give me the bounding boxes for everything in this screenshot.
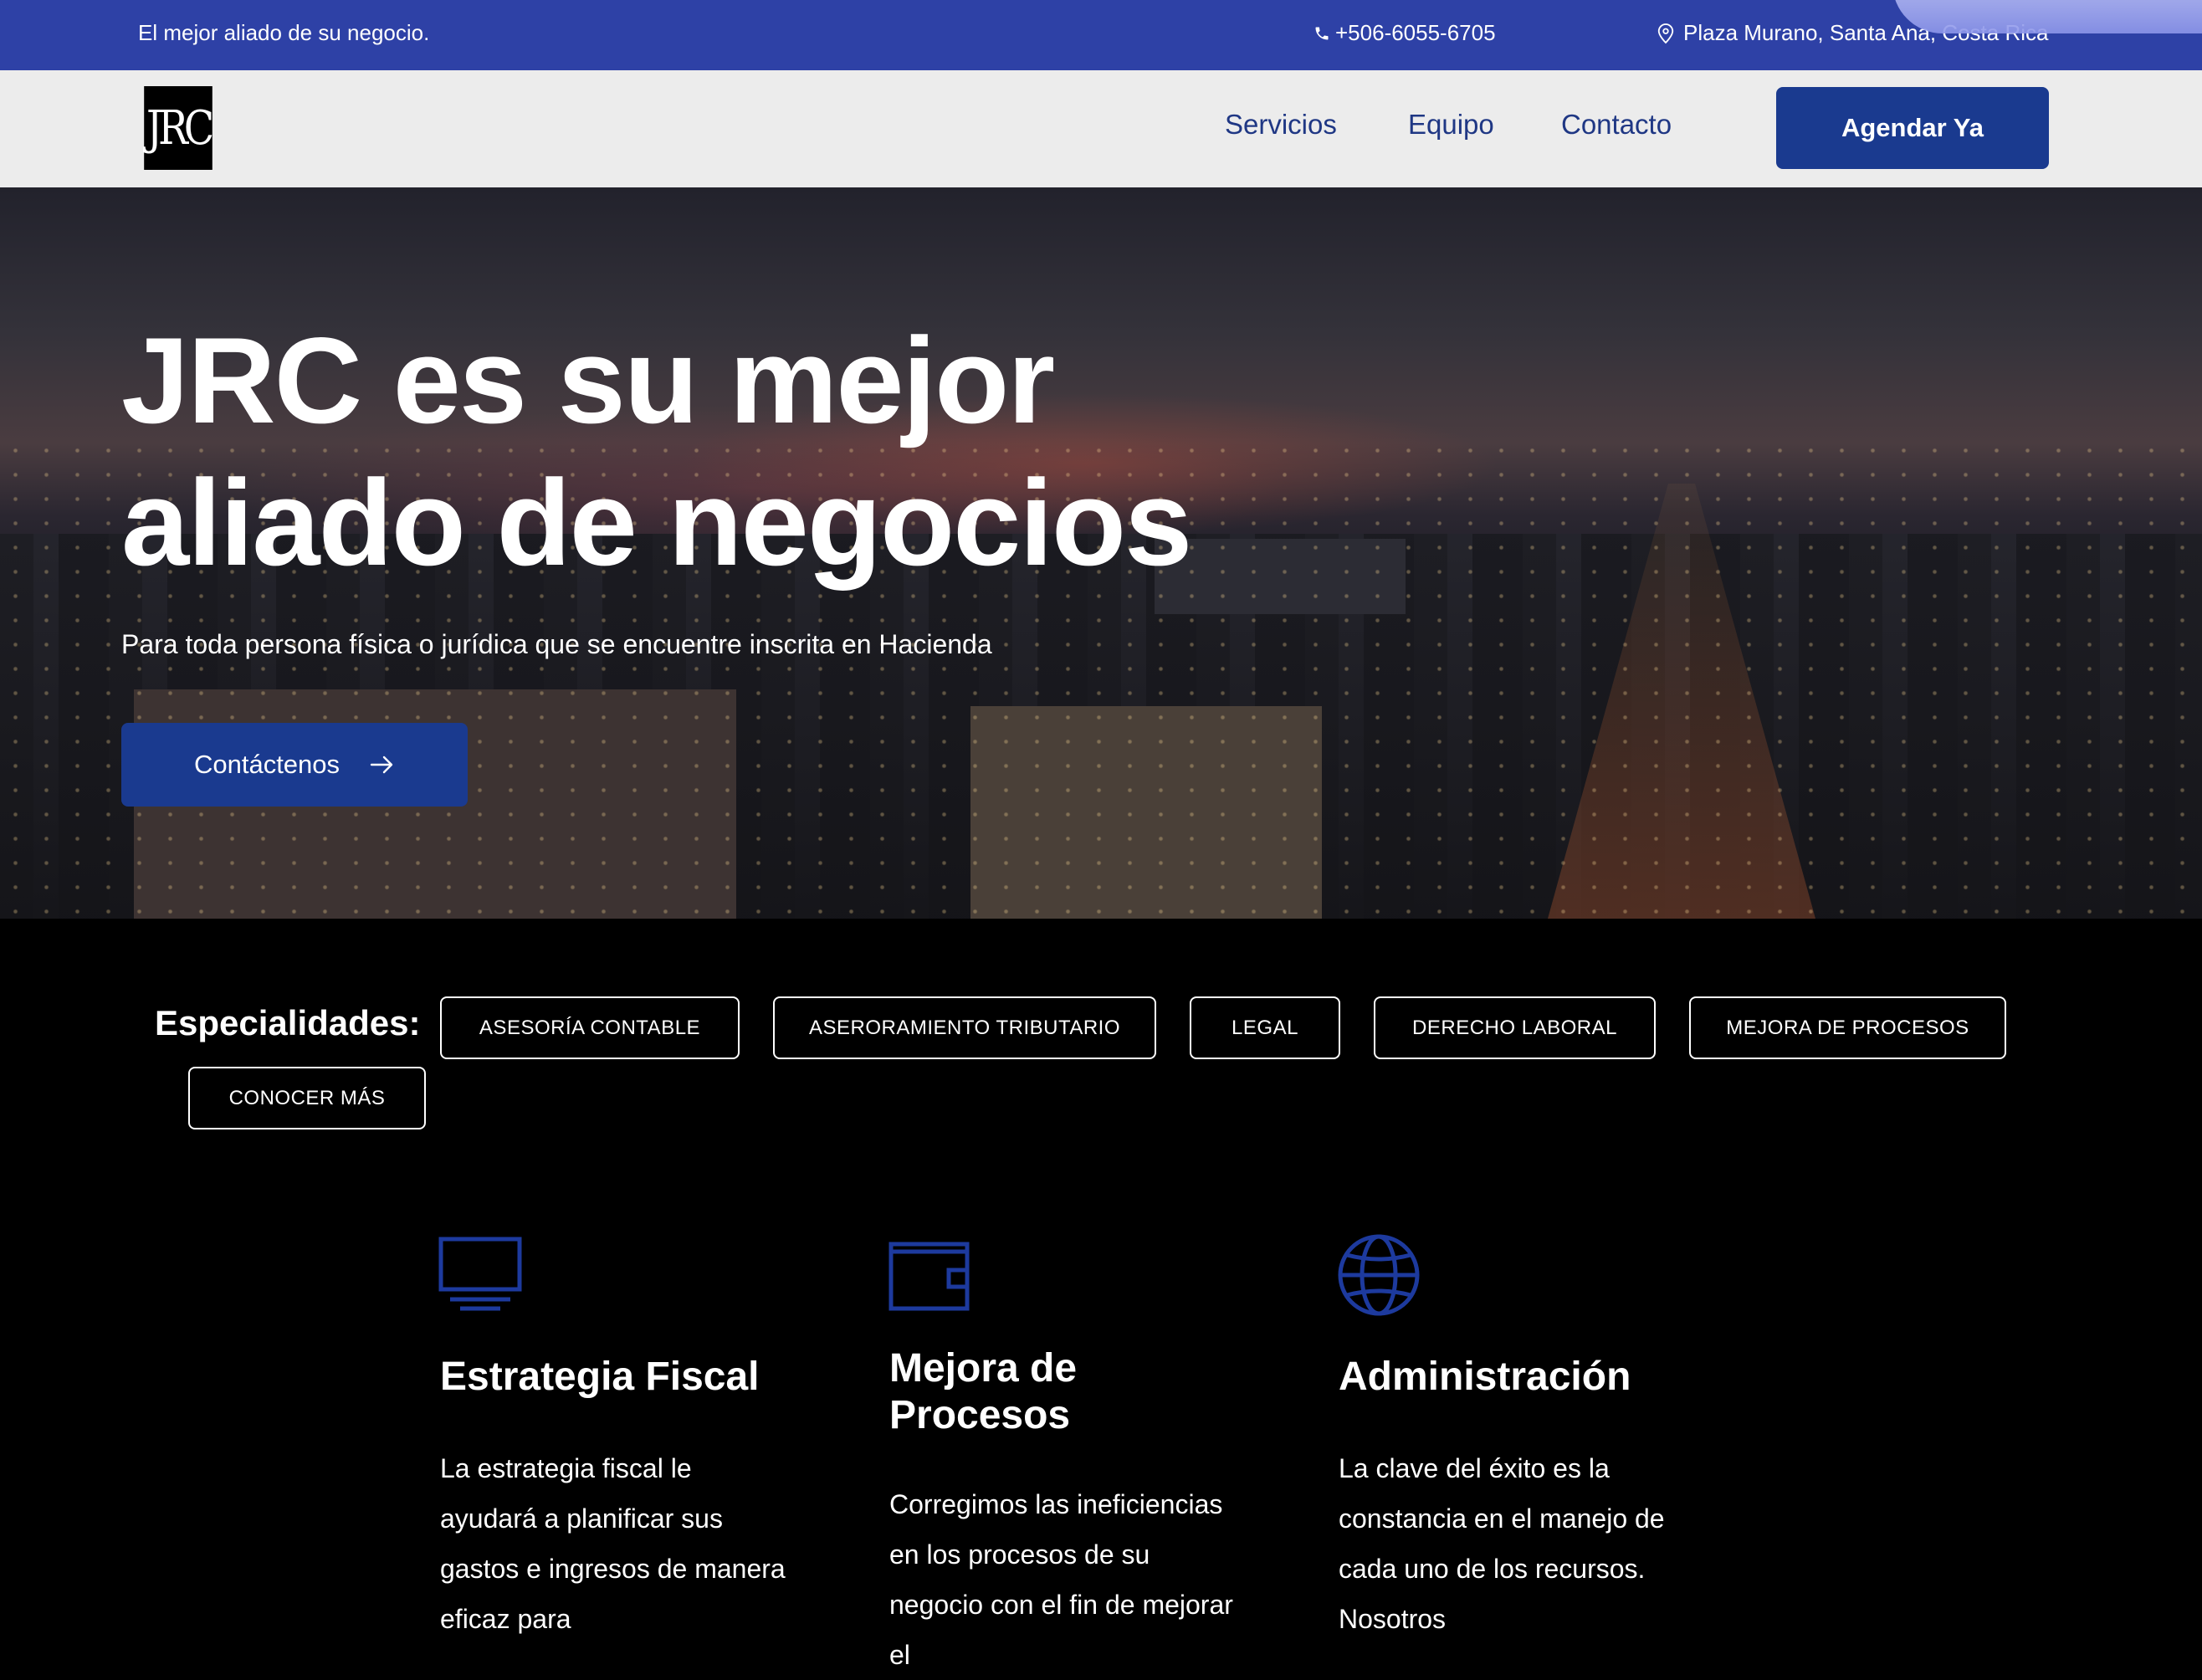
chip-legal[interactable]: LEGAL	[1190, 996, 1340, 1059]
chip-conocer-mas[interactable]: CONOCER MÁS	[188, 1067, 426, 1129]
service-title-mejora-de-procesos: Mejora de Procesos	[889, 1346, 1078, 1437]
jrc-logo[interactable]: JRC	[144, 86, 214, 170]
nav-link-servicios[interactable]: Servicios	[1225, 109, 1337, 141]
hero-section: JRC es su mejor aliado de negocios Para …	[0, 187, 2202, 919]
tagline: El mejor aliado de su negocio.	[138, 20, 430, 45]
top-info-bar: El mejor aliado de su negocio. +506-6055…	[0, 0, 2202, 70]
phone-number: +506-6055-6705	[1335, 20, 1496, 45]
arrow-right-icon	[370, 755, 393, 774]
monitor-icon	[438, 1237, 522, 1311]
hero-subtitle: Para toda persona física o jurídica que …	[121, 629, 992, 659]
hero-title-line-2: aliado de negocios	[121, 454, 1192, 591]
contactenos-label: Contáctenos	[193, 750, 341, 779]
specialties-label: Especialidades:	[155, 1003, 421, 1042]
chip-asesoria-contable[interactable]: ASESORÍA CONTABLE	[440, 996, 740, 1059]
nav-link-equipo[interactable]: Equipo	[1408, 109, 1494, 141]
hero-title: JRC es su mejor aliado de negocios	[121, 310, 1293, 594]
map-pin-icon	[1657, 23, 1674, 44]
wallet-icon	[888, 1242, 970, 1311]
service-text-mejora-de-procesos: Corregimos las ineficiencias en los proc…	[889, 1489, 1233, 1670]
phone-link[interactable]: +506-6055-6705	[1314, 20, 1496, 46]
service-title-administracion: Administración	[1339, 1355, 1631, 1399]
agendar-ya-button[interactable]: Agendar Ya	[1776, 87, 2049, 169]
service-text-administracion: La clave del éxito es la constancia en e…	[1339, 1453, 1665, 1634]
service-text-estrategia-fiscal: La estrategia fiscal le ayudará a planif…	[440, 1453, 786, 1634]
service-title-estrategia-fiscal: Estrategia Fiscal	[440, 1355, 760, 1399]
chip-mejora-de-procesos[interactable]: MEJORA DE PROCESOS	[1689, 996, 2006, 1059]
phone-icon	[1315, 27, 1329, 39]
chip-aseroramiento-tributario[interactable]: ASERORAMIENTO TRIBUTARIO	[773, 996, 1156, 1059]
contactenos-button[interactable]: Contáctenos	[121, 723, 468, 807]
decorative-shape	[1892, 0, 2202, 33]
globe-icon	[1338, 1234, 1420, 1316]
hero-title-line-1: JRC es su mejor	[121, 312, 1055, 448]
main-navigation: JRC Servicios Equipo Contacto Agendar Ya	[0, 70, 2202, 187]
chip-derecho-laboral[interactable]: DERECHO LABORAL	[1374, 996, 1656, 1059]
nav-link-contacto[interactable]: Contacto	[1561, 109, 1672, 141]
